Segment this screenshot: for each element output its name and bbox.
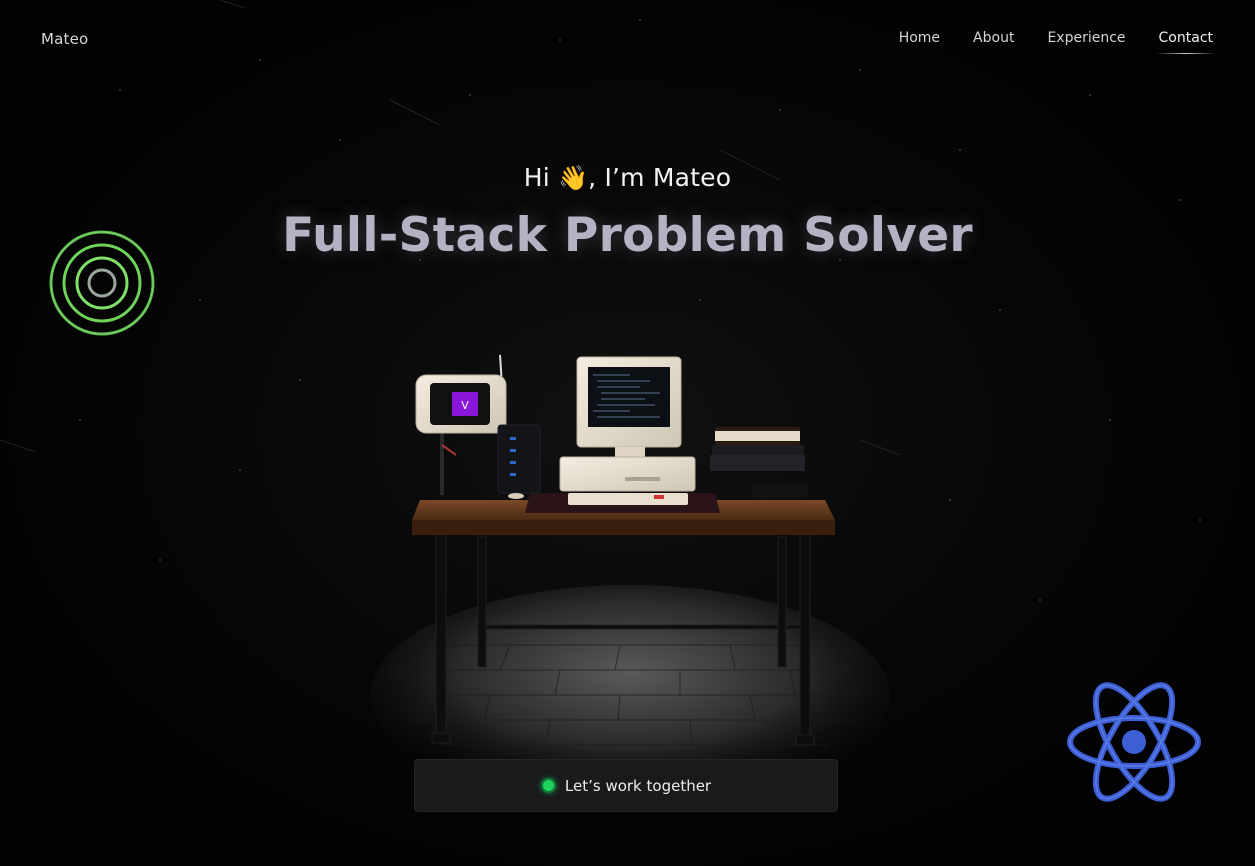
status-dot-icon: [540, 778, 556, 793]
hero-greeting: Hi 👋, I’m Mateo: [0, 163, 1255, 192]
nav-about[interactable]: About: [973, 30, 1014, 52]
page: Mateo Home About Experience Contact Hi 👋…: [0, 0, 1255, 866]
tablet-device: V: [415, 354, 507, 495]
stacked-devices: [710, 427, 808, 499]
retro-computer: [559, 356, 696, 505]
main-nav: Home About Experience Contact: [899, 30, 1217, 54]
tablet-letter: V: [461, 399, 469, 412]
desk-scene-illustration: V: [370, 354, 890, 765]
greeting-suffix: , I’m Mateo: [588, 163, 732, 192]
nav-home[interactable]: Home: [899, 30, 940, 52]
react-atom-icon: [1067, 682, 1201, 802]
nav-experience[interactable]: Experience: [1047, 30, 1125, 52]
brand-logo[interactable]: Mateo: [41, 30, 88, 48]
cta-label: Let’s work together: [564, 776, 712, 795]
hero-title: Full-Stack Problem Solver: [282, 208, 973, 263]
work-together-button[interactable]: Let’s work together: [414, 759, 838, 812]
nav-contact[interactable]: Contact: [1155, 30, 1217, 54]
concentric-rings-icon: [49, 230, 155, 336]
greeting-prefix: Hi: [523, 163, 550, 192]
wave-icon: 👋: [558, 164, 589, 192]
